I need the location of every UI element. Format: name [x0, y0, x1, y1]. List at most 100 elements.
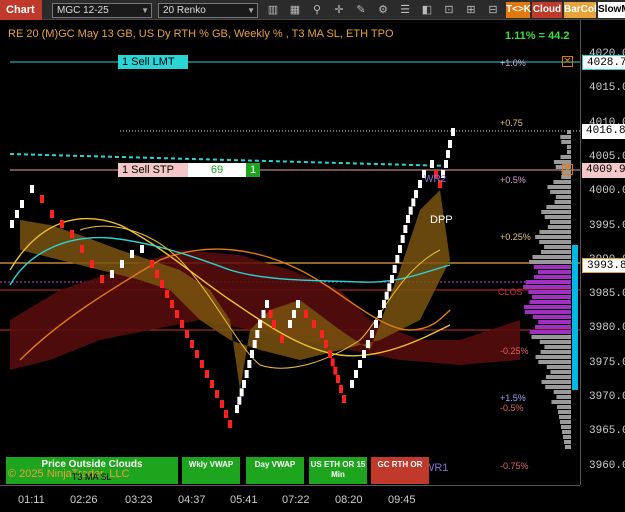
profile-bar	[538, 270, 571, 274]
day-vwap-button[interactable]: Day VWAP	[246, 457, 304, 484]
price-axis[interactable]: 4020.04015.04010.04005.04000.03995.03990…	[580, 20, 625, 485]
profile-bar	[547, 185, 571, 189]
profile-bar	[546, 375, 571, 379]
pct-label: +0.5%	[500, 175, 526, 185]
properties-icon[interactable]: ☰	[398, 3, 412, 17]
profile-bar	[529, 260, 571, 264]
renko-brick	[228, 420, 232, 428]
time-axis[interactable]: 01:11 02:26 03:23 04:37 05:41 07:22 08:20 09:45	[0, 485, 580, 512]
performance-readout: 1.11% = 44.2	[505, 30, 570, 42]
strategy-icon[interactable]: ⚙	[376, 3, 390, 17]
profile-bar	[567, 145, 571, 149]
renko-brick	[261, 310, 266, 318]
sell-lmt-tag[interactable]: 1 Sell LMT	[118, 55, 188, 69]
close-order-icon[interactable]: ✕	[562, 164, 573, 175]
renko-brick	[224, 410, 228, 418]
renko-brick	[384, 291, 389, 300]
bar-type-icon[interactable]: ▦	[288, 3, 302, 17]
profile-bar	[533, 265, 571, 269]
renko-brick	[170, 300, 174, 308]
wkly-vwap-button[interactable]: Wkly VWAP	[182, 457, 240, 484]
attach-icon[interactable]: ⊡	[442, 3, 456, 17]
price-tick-label: 3980.0	[589, 322, 625, 335]
time-tick-label: 02:26	[70, 494, 98, 506]
renko-brick	[90, 260, 94, 268]
renko-brick	[10, 220, 14, 228]
barcol-button[interactable]: BarCol	[564, 2, 597, 18]
us-eth-or-button[interactable]: US ETH OR 15 Min	[309, 457, 367, 484]
chart-tab[interactable]: Chart	[0, 0, 42, 20]
profile-bar	[541, 380, 571, 384]
profile-bar	[562, 430, 571, 434]
tk-button[interactable]: T<>K	[506, 2, 531, 18]
profile-bar	[553, 390, 571, 394]
layout-icon[interactable]: ⊟	[486, 3, 500, 17]
renko-brick	[258, 320, 262, 328]
current-price-flag: 3993.8	[582, 258, 625, 273]
drawing-icon[interactable]: ✎	[354, 3, 368, 17]
renko-brick	[180, 320, 184, 328]
profile-bar	[535, 235, 571, 239]
profile-bar	[554, 200, 571, 204]
price-chart[interactable]	[0, 20, 580, 485]
profile-bar	[524, 310, 571, 314]
renko-brick	[324, 340, 328, 348]
screenshot-icon[interactable]: ◧	[420, 3, 434, 17]
renko-brick	[40, 195, 44, 203]
profile-bar	[540, 250, 571, 254]
profile-bar	[528, 290, 571, 294]
renko-brick	[387, 283, 392, 292]
renko-brick	[239, 388, 244, 397]
profile-bar	[546, 365, 571, 369]
renko-brick	[160, 280, 164, 288]
price-tick-label: 3975.0	[589, 356, 625, 369]
renko-brick	[175, 310, 179, 318]
renko-brick	[312, 320, 316, 328]
profile-bar	[551, 400, 571, 404]
bars-icon[interactable]: ▥	[266, 3, 280, 17]
time-tick-label: 09:45	[388, 494, 416, 506]
renko-brick	[237, 396, 242, 405]
pct-label: +1.5%	[500, 393, 526, 403]
zoom-icon[interactable]: ⚲	[310, 3, 324, 17]
profile-bar	[539, 230, 571, 234]
renko-brick	[130, 250, 134, 258]
renko-brick	[210, 380, 214, 388]
slowm-button[interactable]: SlowM	[598, 2, 625, 18]
close-order-icon[interactable]: ✕	[562, 56, 573, 67]
profile-bar	[523, 285, 571, 289]
instrument-selector[interactable]: MGC 12-25 ▼	[52, 3, 152, 18]
renko-brick	[296, 300, 300, 308]
renko-brick	[339, 385, 343, 393]
renko-brick	[451, 128, 455, 136]
renko-brick	[255, 330, 260, 338]
renko-brick	[60, 220, 64, 228]
profile-bar	[532, 255, 571, 259]
profile-bar	[567, 150, 571, 154]
renko-brick	[292, 310, 296, 318]
renko-brick	[140, 245, 144, 253]
sell-stp-num[interactable]: 1	[246, 163, 260, 177]
price-tick-label: 3970.0	[589, 391, 625, 403]
profile-bar	[556, 395, 571, 399]
renko-brick	[110, 270, 114, 278]
renko-brick	[444, 160, 448, 168]
renko-brick	[395, 255, 400, 263]
price-tick-label: 4005.0	[589, 150, 625, 163]
profile-bar	[560, 135, 571, 139]
renko-brick	[205, 370, 209, 378]
profile-bar	[560, 420, 571, 424]
cloud-button[interactable]: Cloud	[532, 2, 562, 18]
profile-bar	[565, 445, 571, 449]
profile-bar	[557, 405, 571, 409]
time-tick-label: 01:11	[18, 494, 45, 506]
sell-stp-qty[interactable]: 69	[188, 163, 246, 177]
template-icon[interactable]: ⊞	[464, 3, 478, 17]
profile-bar	[550, 190, 571, 194]
sell-stp-tag[interactable]: 1 Sell STP	[118, 163, 188, 177]
crosshair-icon[interactable]: ✛	[332, 3, 346, 17]
time-tick-label: 03:23	[125, 494, 153, 506]
wr2-label: WR2	[424, 174, 447, 185]
bar-type-selector[interactable]: 20 Renko ▼	[158, 3, 258, 18]
gc-rth-or-button[interactable]: GC RTH OR	[371, 457, 429, 484]
